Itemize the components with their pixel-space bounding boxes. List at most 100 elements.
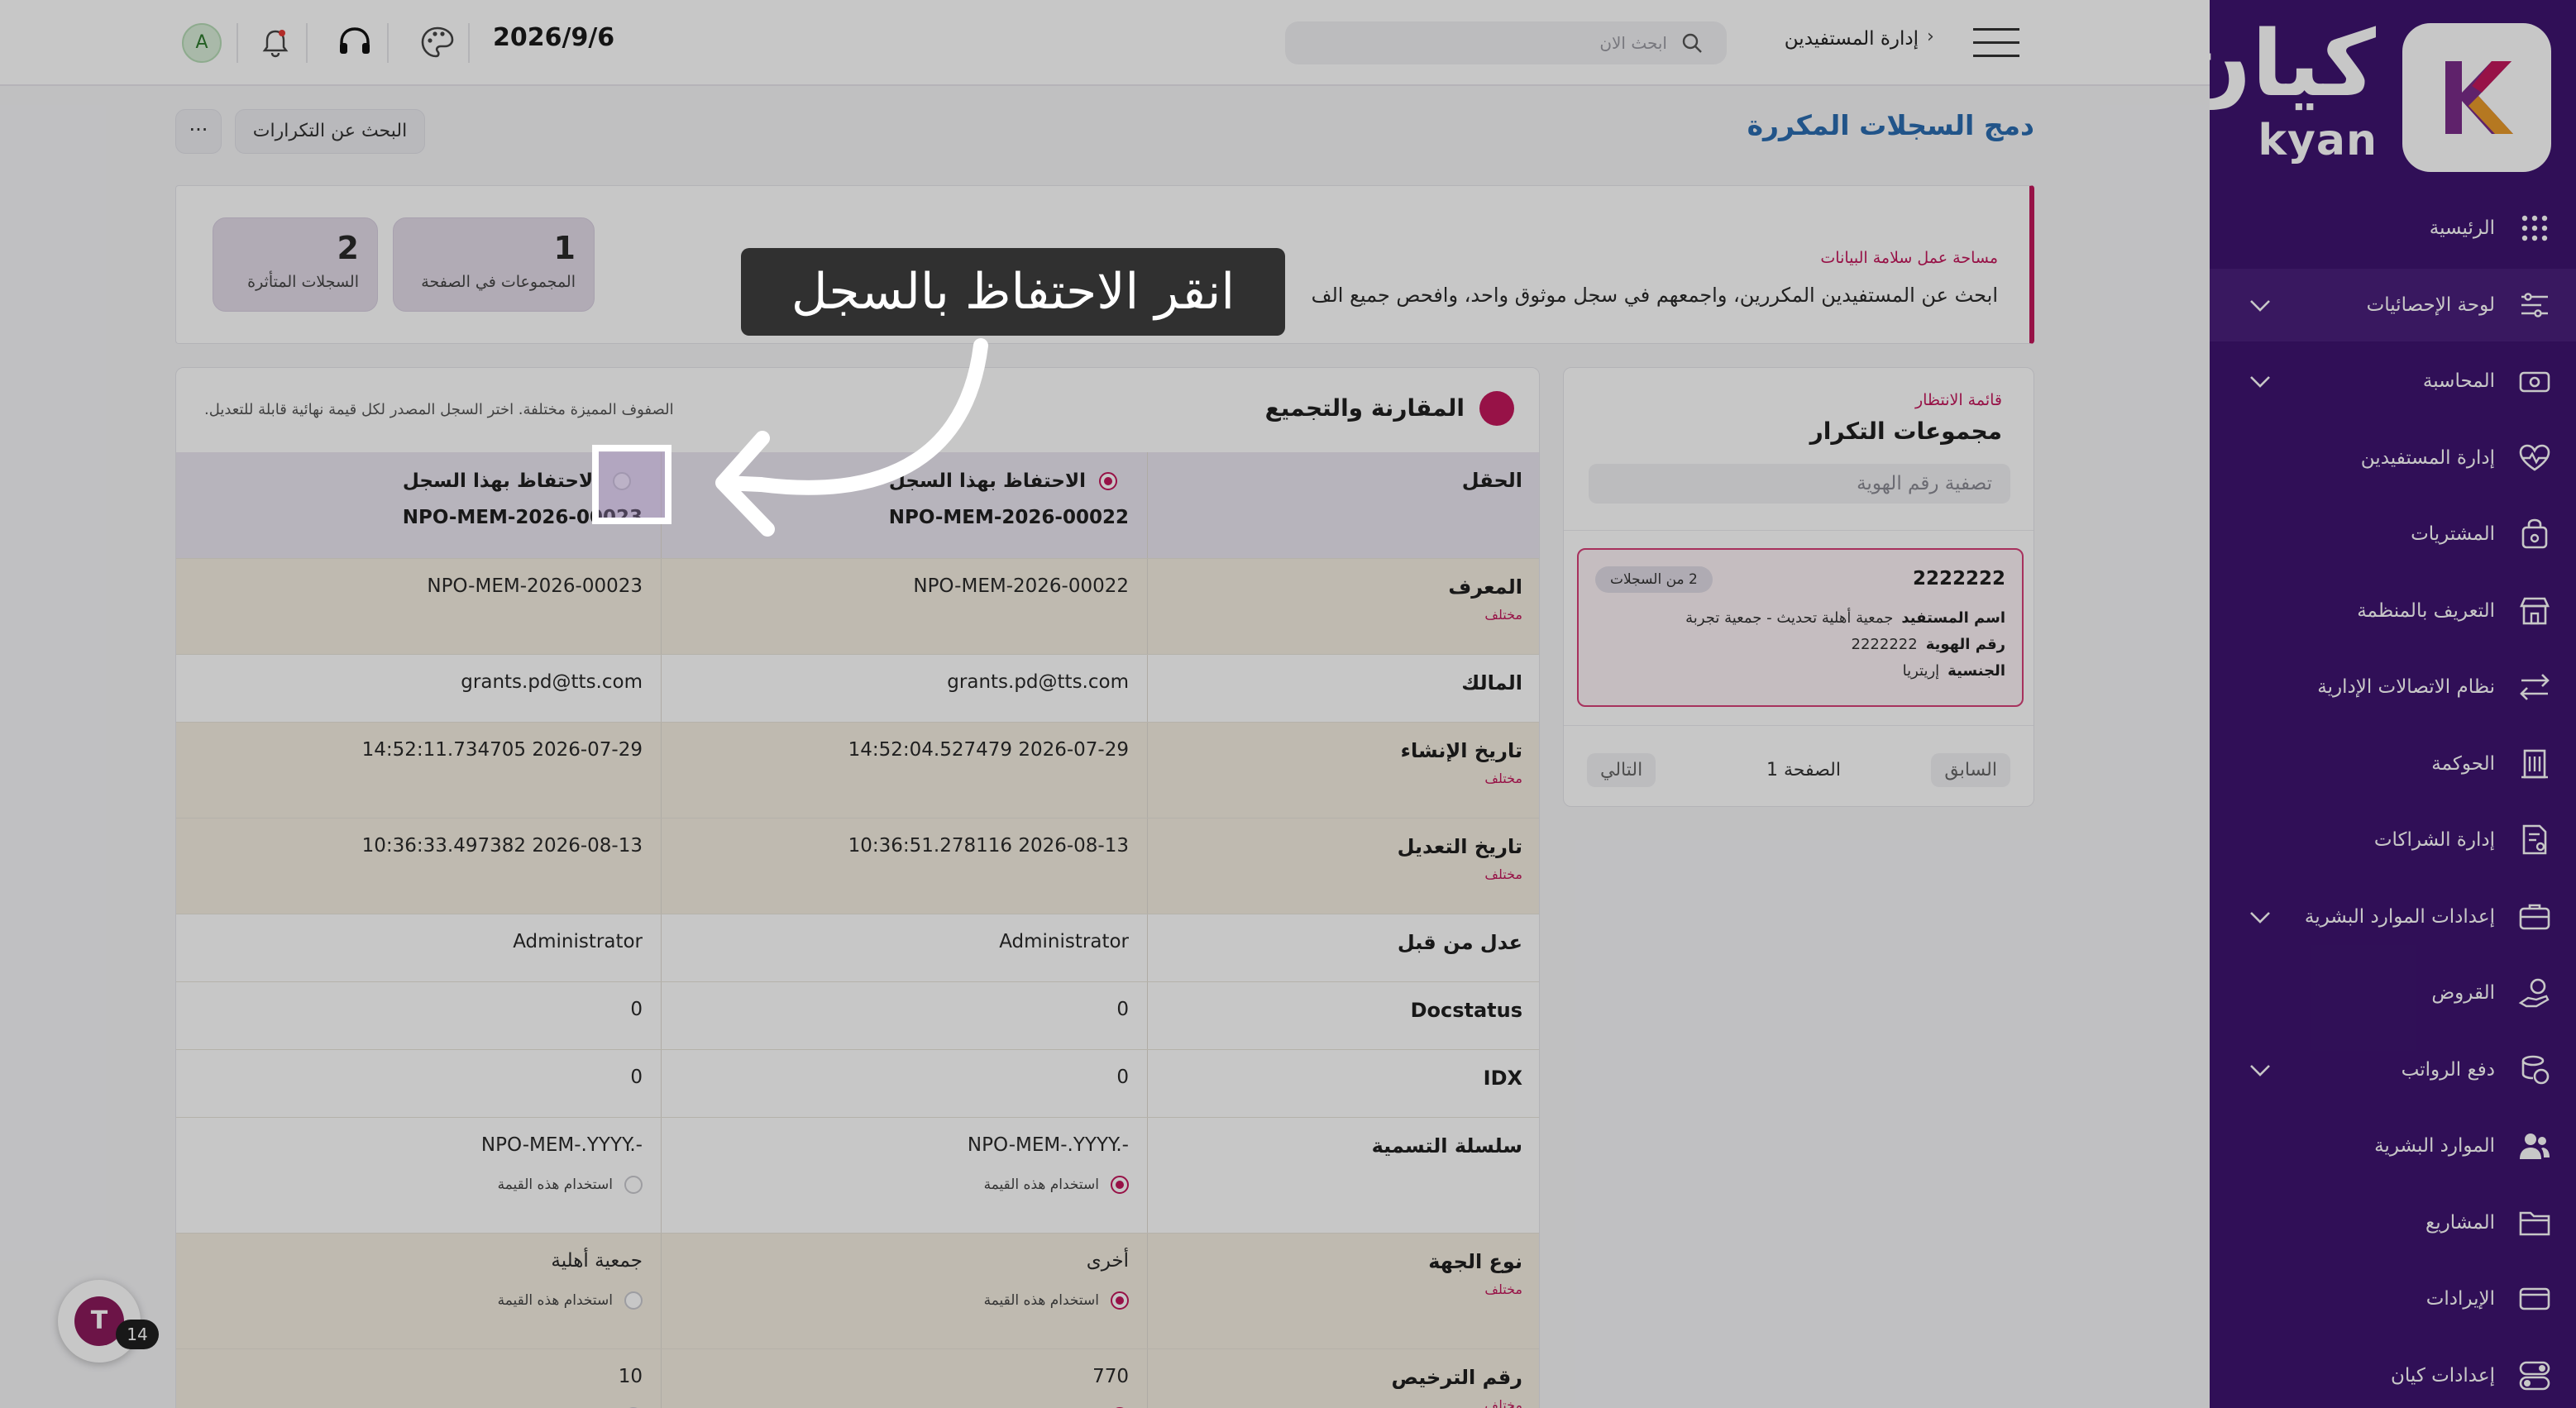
sidebar-item[interactable]: إعدادات كيان xyxy=(2210,1339,2576,1408)
record-b-cell: NPO-MEM-.YYYY.- استخدام هذه القيمة xyxy=(176,1118,661,1233)
grid-icon xyxy=(2516,210,2553,246)
use-value-radio[interactable] xyxy=(624,1176,643,1194)
record-b-cell: 0 xyxy=(176,1050,661,1117)
kyan-logo-mark[interactable] xyxy=(2402,23,2551,172)
sidebar-item[interactable]: القروض xyxy=(2210,957,2576,1029)
sidebar-item-label: المحاسبة xyxy=(2422,370,2495,392)
sidebar-item-label: الحوكمة xyxy=(2431,752,2495,775)
different-flag: مختلف xyxy=(1484,1282,1522,1297)
field-value: إريتريا xyxy=(1902,662,1940,680)
chevron-down-icon[interactable] xyxy=(2246,1056,2274,1084)
use-value-option[interactable]: استخدام هذه القيمة xyxy=(984,1176,1129,1194)
sidebar-item-label: الموارد البشرية xyxy=(2374,1135,2495,1157)
record-a-cell: NPO-MEM-.YYYY.- استخدام هذه القيمة xyxy=(661,1118,1147,1233)
search-input[interactable] xyxy=(1285,21,1674,64)
record-a-value: grants.pd@tts.com xyxy=(947,671,1129,693)
record-b-value: 0 xyxy=(630,999,643,1020)
hamburger-menu-icon[interactable] xyxy=(1973,26,2019,60)
chevron-down-icon[interactable] xyxy=(2246,367,2274,395)
headset-support-icon[interactable] xyxy=(336,23,374,61)
keep-record-b-radio[interactable] xyxy=(613,472,631,490)
coins-icon xyxy=(2516,1052,2553,1088)
field-cell: IDX xyxy=(1147,1050,1539,1117)
sidebar-item-label: دفع الرواتب xyxy=(2401,1058,2495,1081)
sidebar-item-label: إعدادات الموارد البشرية xyxy=(2304,905,2495,928)
table-row: رقم الترخيص مختلف 770استخدام هذه القيمة10ا… xyxy=(176,1348,1539,1408)
divider xyxy=(306,23,308,63)
breadcrumb[interactable]: إدارة المستفيدين xyxy=(1761,28,1919,50)
record-b-cell: 10استخدام هذه القيمة xyxy=(176,1349,661,1408)
compare-title: المقارنة والتجميع xyxy=(1264,394,1465,422)
field-label: تاريخ التعديل xyxy=(1397,835,1522,858)
global-search[interactable] xyxy=(1285,21,1727,64)
group-id: 2222222 xyxy=(1912,568,2005,589)
record-b-value: 0 xyxy=(630,1067,643,1088)
record-a-cell: أخرى استخدام هذه القيمة xyxy=(661,1234,1147,1348)
sidebar-item-label: لوحة الإحصائيات xyxy=(2366,294,2495,316)
sidebar: كيان kyan الرئيسية لوحة الإحصائيات المحاسب… xyxy=(2210,0,2576,1408)
use-value-option[interactable]: استخدام هذه القيمة xyxy=(498,1176,643,1194)
previous-page-button[interactable]: السابق xyxy=(1931,753,2010,787)
compare-note: الصفوف المميزة مختلفة. اختر السجل المصدر… xyxy=(204,401,674,418)
building-icon xyxy=(2516,746,2553,782)
sidebar-item[interactable]: نظام الاتصالات الإدارية xyxy=(2210,651,2576,723)
sidebar-item[interactable]: الموارد البشرية xyxy=(2210,1110,2576,1182)
field-cell: المعرف مختلف xyxy=(1147,559,1539,654)
use-value-label: استخدام هذه القيمة xyxy=(983,1177,1099,1193)
record-a-cell: 0 xyxy=(661,982,1147,1049)
stat-value: 1 xyxy=(553,230,576,266)
field-cell: Docstatus xyxy=(1147,982,1539,1049)
record-a-value: 10:36:51.278116 2026-08-13 xyxy=(848,835,1129,857)
sidebar-item[interactable]: المحاسبة xyxy=(2210,345,2576,418)
chevron-down-icon[interactable] xyxy=(2246,291,2274,319)
page-indicator: الصفحة 1 xyxy=(1766,760,1841,780)
keep-record-a-radio[interactable] xyxy=(1099,472,1117,490)
keep-record-b-option[interactable]: الاحتفاظ بهذا السجل xyxy=(403,470,631,492)
find-duplicates-button[interactable]: البحث عن التكرارات xyxy=(235,109,425,154)
section-dot-icon xyxy=(1479,391,1514,426)
sidebar-item[interactable]: إدارة المستفيدين xyxy=(2210,422,2576,494)
id-number-filter-input[interactable] xyxy=(1589,464,2010,504)
card-beneficiary-name: اسم المستفيد جمعية أهلية تحديث - جمعية تج… xyxy=(1685,609,2005,627)
use-value-radio[interactable] xyxy=(1111,1291,1129,1310)
search-icon xyxy=(1682,33,1702,53)
chevron-down-icon[interactable] xyxy=(2246,903,2274,931)
briefcase-icon xyxy=(2516,899,2553,935)
sidebar-item[interactable]: الحوكمة xyxy=(2210,728,2576,800)
swap-arrows-icon xyxy=(2516,669,2553,705)
hero-eyebrow: مساحة عمل سلامة البيانات xyxy=(1820,249,1998,267)
use-value-option[interactable]: استخدام هذه القيمة xyxy=(498,1291,643,1310)
field-cell: سلسلة التسمية xyxy=(1147,1118,1539,1233)
sidebar-item[interactable]: دفع الرواتب xyxy=(2210,1033,2576,1106)
sidebar-item[interactable]: الرئيسية xyxy=(2210,192,2576,265)
use-value-radio[interactable] xyxy=(1111,1176,1129,1194)
header-field-cell: الحقل xyxy=(1147,452,1539,558)
record-a-value: أخرى xyxy=(1086,1250,1129,1272)
next-page-button[interactable]: التالي xyxy=(1587,753,1656,787)
sidebar-item[interactable]: التعريف بالمنظمة xyxy=(2210,575,2576,647)
sidebar-item[interactable]: إعدادات الموارد البشرية xyxy=(2210,881,2576,953)
record-a-value: 0 xyxy=(1116,999,1129,1020)
table-row: سلسلة التسمية NPO-MEM-.YYYY.- استخدام هذه … xyxy=(176,1117,1539,1233)
use-value-label: استخدام هذه القيمة xyxy=(497,1177,613,1193)
user-avatar[interactable]: A xyxy=(182,23,222,63)
sidebar-item-label: إعدادات كيان xyxy=(2391,1364,2495,1387)
sidebar-item[interactable]: لوحة الإحصائيات xyxy=(2210,268,2576,341)
queue-title: مجموعات التكرار xyxy=(1809,418,2002,445)
palette-icon[interactable] xyxy=(418,23,456,61)
money-icon xyxy=(2516,363,2553,399)
keep-record-label: الاحتفاظ بهذا السجل xyxy=(402,470,600,492)
sidebar-item[interactable]: المشاريع xyxy=(2210,1186,2576,1259)
sidebar-item[interactable]: الإيرادات xyxy=(2210,1262,2576,1335)
record-a-value: NPO-MEM-.YYYY.- xyxy=(967,1134,1129,1156)
use-value-radio[interactable] xyxy=(624,1291,643,1310)
duplicate-group-card[interactable]: 2222222 2 من السجلات اسم المستفيد جمعية أ… xyxy=(1577,548,2024,707)
sidebar-item[interactable]: إدارة الشراكات xyxy=(2210,804,2576,876)
field-value: 2222222 xyxy=(1851,636,1918,653)
bell-notifications-icon[interactable] xyxy=(256,23,294,61)
more-options-button[interactable]: ··· xyxy=(175,109,222,154)
kyan-logo-latin: kyan xyxy=(2258,116,2378,165)
use-value-option[interactable]: استخدام هذه القيمة xyxy=(984,1291,1129,1310)
sidebar-item[interactable]: المشتريات xyxy=(2210,498,2576,570)
document-user-icon xyxy=(2516,822,2553,858)
